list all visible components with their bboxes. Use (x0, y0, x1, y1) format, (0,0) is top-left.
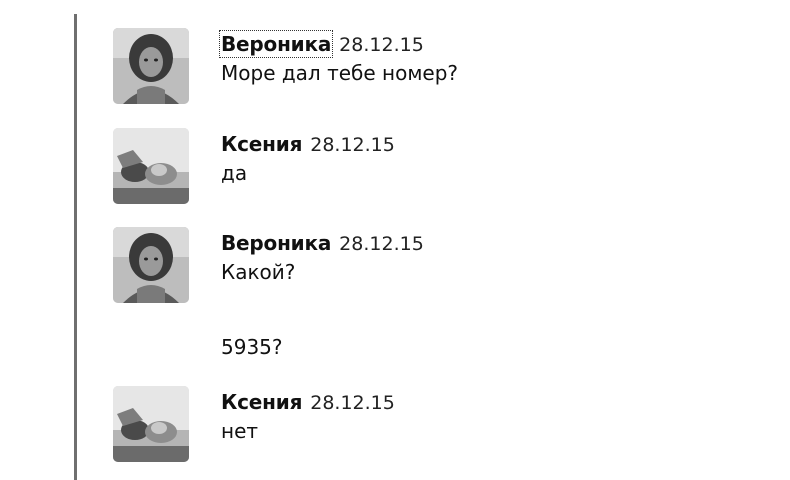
user-photo-icon (113, 386, 189, 462)
message-date: 28.12.15 (310, 134, 395, 156)
message-text: Море дал тебе номер? (221, 61, 459, 85)
avatar[interactable] (113, 227, 189, 303)
thread-divider (74, 14, 77, 480)
avatar[interactable] (113, 128, 189, 204)
message-date: 28.12.15 (310, 392, 395, 414)
author-name[interactable]: Вероника (218, 30, 334, 58)
author-name[interactable]: Ксения (221, 390, 302, 414)
chat-log: Вероника 28.12.15 Море дал тебе номер? Кс… (0, 0, 790, 480)
user-photo-icon (113, 128, 189, 204)
message-date: 28.12.15 (339, 233, 424, 255)
message-text: нет (221, 419, 259, 443)
message-text: да (221, 161, 248, 185)
message-text-continuation: 5935? (221, 335, 283, 359)
user-photo-icon (113, 227, 189, 303)
message-date: 28.12.15 (339, 34, 424, 56)
user-photo-icon (113, 28, 189, 104)
author-name[interactable]: Ксения (221, 132, 302, 156)
author-name[interactable]: Вероника (221, 231, 331, 255)
avatar[interactable] (113, 28, 189, 104)
avatar[interactable] (113, 386, 189, 462)
message-text: Какой? (221, 260, 296, 284)
